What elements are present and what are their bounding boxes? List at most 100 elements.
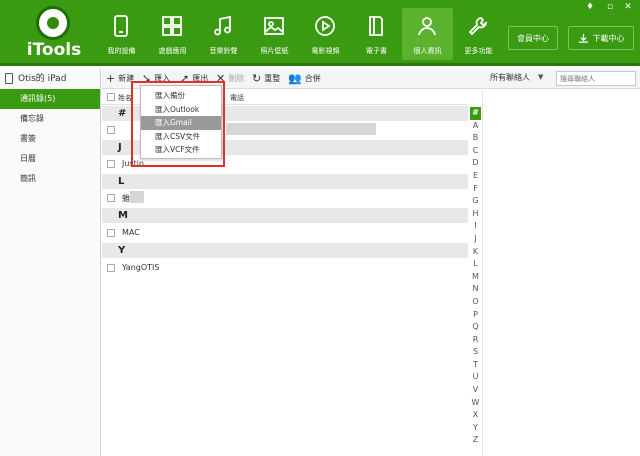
alpha-index-item[interactable]: V xyxy=(470,384,481,397)
sidebar-item-contacts[interactable]: 通訊錄(5) xyxy=(0,89,100,109)
alpha-index-item[interactable]: B xyxy=(470,132,481,145)
nav-my-device[interactable]: 我的設備 xyxy=(96,8,147,60)
alpha-index-item[interactable]: C xyxy=(470,145,481,158)
alpha-index-item[interactable]: A xyxy=(470,120,481,133)
person-icon xyxy=(418,17,436,36)
table-row[interactable]: MAC xyxy=(102,224,468,243)
close-button[interactable]: ✕ xyxy=(622,2,634,12)
header-divider xyxy=(0,63,640,66)
nav-label: 個人資訊 xyxy=(413,47,442,55)
alpha-index-item[interactable]: G xyxy=(470,195,481,208)
alpha-index-item[interactable]: N xyxy=(470,283,481,296)
nav-label: 音樂鈴聲 xyxy=(209,47,238,55)
alpha-index-item[interactable]: # xyxy=(470,107,481,120)
redacted-phone xyxy=(226,123,376,135)
menu-item-import-gmail[interactable]: 匯入Gmail xyxy=(141,116,221,130)
nav-ebooks[interactable]: 電子書 xyxy=(351,8,402,60)
contact-filter-select[interactable]: 所有聯絡人 xyxy=(490,72,530,83)
chevron-down-icon[interactable]: ▼ xyxy=(538,73,543,81)
refresh-button[interactable]: ↻ 重整 xyxy=(252,69,280,89)
app-header: iTools 我的設備 遊戲應用 音樂鈴聲 照片壁紙 電影視頻 電子書 個人資訊… xyxy=(0,0,640,66)
alpha-index-item[interactable]: O xyxy=(470,296,481,309)
alpha-index-item[interactable]: M xyxy=(470,271,481,284)
contact-detail-pane xyxy=(483,90,640,456)
column-name: 姓名 xyxy=(118,94,132,102)
row-checkbox[interactable] xyxy=(107,160,115,168)
download-center-label: 下載中心 xyxy=(592,33,625,43)
alpha-index-item[interactable]: R xyxy=(470,334,481,347)
import-menu: 匯入備份 匯入Outlook 匯入Gmail 匯入CSV文件 匯入VCF文件 xyxy=(140,85,222,159)
refresh-label: 重整 xyxy=(264,74,281,83)
nav-apps[interactable]: 遊戲應用 xyxy=(147,8,198,60)
alpha-index-item[interactable]: J xyxy=(470,233,481,246)
member-center-button[interactable]: 會員中心 xyxy=(508,26,558,50)
menu-item-import-vcf[interactable]: 匯入VCF文件 xyxy=(141,143,221,157)
nav-videos[interactable]: 電影視頻 xyxy=(300,8,351,60)
nav-music[interactable]: 音樂鈴聲 xyxy=(198,8,249,60)
nav-more[interactable]: 更多功能 xyxy=(453,8,504,60)
plus-icon: + xyxy=(106,72,116,85)
device-name: Otis的 iPad xyxy=(18,74,67,84)
app-name: iTools xyxy=(26,40,82,60)
menu-item-import-outlook[interactable]: 匯入Outlook xyxy=(141,103,221,117)
sidebar-item-calendar[interactable]: 日曆 xyxy=(0,149,100,169)
contact-name: MAC xyxy=(122,228,140,237)
alpha-index-item[interactable]: U xyxy=(470,371,481,384)
alpha-index-item[interactable]: F xyxy=(470,183,481,196)
merge-button[interactable]: 👥 合併 xyxy=(288,69,321,89)
sidebar-item-messages[interactable]: 簡訊 xyxy=(0,169,100,189)
select-all-checkbox[interactable] xyxy=(107,93,115,101)
main-nav: 我的設備 遊戲應用 音樂鈴聲 照片壁紙 電影視頻 電子書 個人資訊 更多功能 xyxy=(96,8,504,60)
skin-icon[interactable]: ♦ xyxy=(584,2,596,12)
device-title[interactable]: Otis的 iPad xyxy=(0,69,100,89)
nav-label: 照片壁紙 xyxy=(260,47,289,55)
nav-label: 我的設備 xyxy=(107,47,136,55)
menu-item-import-backup[interactable]: 匯入備份 xyxy=(141,89,221,103)
download-icon xyxy=(578,33,588,43)
row-checkbox[interactable] xyxy=(107,194,115,202)
alpha-index-item[interactable]: K xyxy=(470,246,481,259)
alpha-index-item[interactable]: E xyxy=(470,170,481,183)
merge-people-icon: 👥 xyxy=(288,72,302,85)
nav-photos[interactable]: 照片壁紙 xyxy=(249,8,300,60)
minimize-button[interactable]: ▫ xyxy=(604,2,616,12)
table-row[interactable]: 雜 xyxy=(102,189,468,208)
group-header: M xyxy=(102,208,468,223)
alpha-index-item[interactable]: Z xyxy=(470,434,481,447)
alpha-index-item[interactable]: W xyxy=(470,397,481,410)
wrench-icon xyxy=(468,17,488,36)
nav-label: 遊戲應用 xyxy=(158,47,187,55)
phone-icon xyxy=(114,15,128,37)
alpha-index-item[interactable]: T xyxy=(470,359,481,372)
sidebar-item-bookmarks[interactable]: 書簽 xyxy=(0,129,100,149)
nav-label: 更多功能 xyxy=(464,47,493,55)
alpha-index-item[interactable]: P xyxy=(470,309,481,322)
nav-label: 電子書 xyxy=(366,47,387,55)
nav-personal-info[interactable]: 個人資訊 xyxy=(402,8,453,60)
search-input[interactable] xyxy=(556,71,636,86)
redacted-name xyxy=(130,191,144,203)
alphabet-index: # A B C D E F G H I J K L M N O P Q R S … xyxy=(470,107,481,447)
group-header: Y xyxy=(102,243,468,258)
merge-label: 合併 xyxy=(304,74,321,83)
alpha-index-item[interactable]: H xyxy=(470,208,481,221)
sidebar-item-notes[interactable]: 備忘錄 xyxy=(0,109,100,129)
row-checkbox[interactable] xyxy=(107,264,115,272)
alpha-index-item[interactable]: I xyxy=(470,220,481,233)
logo-icon xyxy=(36,6,70,40)
alpha-index-item[interactable]: Q xyxy=(470,321,481,334)
alpha-index-item[interactable]: S xyxy=(470,346,481,359)
alpha-index-item[interactable]: L xyxy=(470,258,481,271)
alpha-index-item[interactable]: X xyxy=(470,409,481,422)
alpha-index-item[interactable]: Y xyxy=(470,422,481,435)
menu-item-import-csv[interactable]: 匯入CSV文件 xyxy=(141,130,221,144)
row-checkbox[interactable] xyxy=(107,229,115,237)
row-checkbox[interactable] xyxy=(107,126,115,134)
download-center-button[interactable]: 下載中心 xyxy=(568,26,634,50)
new-button[interactable]: + 新建 xyxy=(106,69,134,89)
alpha-index-item[interactable]: D xyxy=(470,157,481,170)
refresh-icon: ↻ xyxy=(252,72,262,85)
table-row[interactable]: YangOTIS xyxy=(102,259,468,278)
apps-grid-icon xyxy=(162,16,182,36)
photo-icon xyxy=(264,17,284,35)
